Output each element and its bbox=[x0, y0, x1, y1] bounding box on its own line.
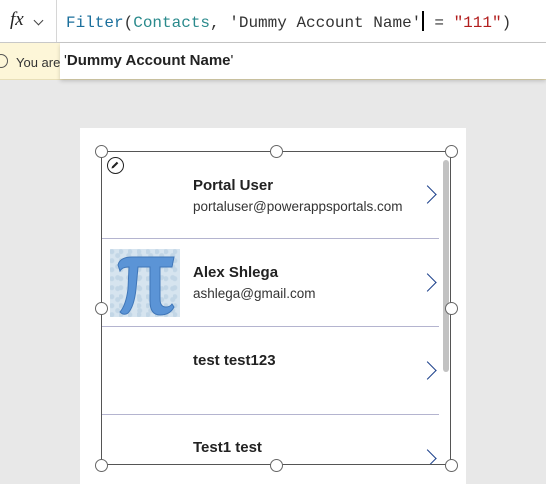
formula-source-token: Contacts bbox=[133, 14, 211, 32]
formula-string-token: "111" bbox=[453, 14, 502, 32]
chevron-down-icon bbox=[33, 15, 44, 26]
resize-handle-bottom[interactable] bbox=[270, 459, 283, 472]
suggestion-label: 'Dummy Account Name' bbox=[64, 52, 233, 69]
formula-open-paren: ( bbox=[123, 14, 134, 32]
chevron-right-icon[interactable] bbox=[418, 361, 437, 380]
info-circle-icon bbox=[0, 54, 8, 68]
contacts-gallery[interactable]: Portal User portaluser@powerappsportals.… bbox=[101, 151, 451, 464]
resize-handle-bottom-left[interactable] bbox=[95, 459, 108, 472]
text-caret bbox=[422, 11, 424, 31]
formula-input[interactable]: Filter(Contacts, 'Dummy Account Name' = … bbox=[66, 11, 511, 32]
resize-handle-top[interactable] bbox=[270, 145, 283, 158]
formula-bar: fx Filter(Contacts, 'Dummy Account Name'… bbox=[0, 0, 546, 43]
function-dropdown-button[interactable]: fx bbox=[0, 0, 57, 42]
formula-column-token: 'Dummy Account Name' bbox=[229, 14, 422, 32]
pi-symbol-image bbox=[110, 249, 180, 317]
chevron-right-icon[interactable] bbox=[418, 185, 437, 204]
gallery-row[interactable]: Alex Shlega ashlega@gmail.com bbox=[101, 239, 439, 327]
row-title: Portal User bbox=[193, 177, 274, 194]
chevron-right-icon[interactable] bbox=[418, 449, 437, 464]
resize-handle-top-right[interactable] bbox=[445, 145, 458, 158]
intellisense-suggestion[interactable]: 'Dummy Account Name' bbox=[60, 43, 546, 79]
suggestion-quote-close: ' bbox=[230, 52, 234, 69]
formula-function-token: Filter bbox=[66, 14, 124, 32]
gallery-row[interactable]: Test1 test bbox=[101, 415, 439, 464]
resize-handle-bottom-right[interactable] bbox=[445, 459, 458, 472]
row-title: Test1 test bbox=[193, 439, 262, 456]
formula-comma: , bbox=[210, 14, 230, 32]
gallery-row[interactable]: test test123 bbox=[101, 327, 439, 415]
pencil-icon[interactable] bbox=[107, 157, 124, 174]
row-subtitle: portaluser@powerappsportals.com bbox=[193, 199, 403, 214]
row-subtitle: ashlega@gmail.com bbox=[193, 286, 316, 301]
formula-operator: = bbox=[424, 14, 454, 32]
chevron-right-icon[interactable] bbox=[418, 273, 437, 292]
function-icon: fx bbox=[10, 9, 24, 30]
gallery-row[interactable]: Portal User portaluser@powerappsportals.… bbox=[101, 151, 439, 239]
formula-close-paren: ) bbox=[501, 14, 512, 32]
warning-text: You are bbox=[16, 55, 61, 70]
scrollbar-thumb[interactable] bbox=[443, 160, 449, 372]
resize-handle-left[interactable] bbox=[95, 302, 108, 315]
resize-handle-top-left[interactable] bbox=[95, 145, 108, 158]
suggestion-name: Dummy Account Name bbox=[66, 52, 231, 69]
row-title: Alex Shlega bbox=[193, 264, 279, 281]
resize-handle-right[interactable] bbox=[445, 302, 458, 315]
row-title: test test123 bbox=[193, 352, 276, 369]
